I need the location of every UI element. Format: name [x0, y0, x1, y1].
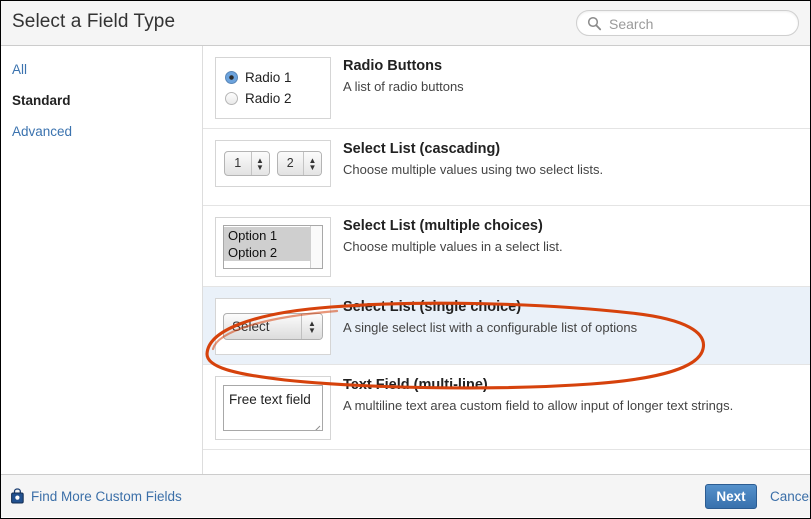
textarea-field[interactable]: Free text field	[223, 385, 323, 431]
multi-select-option[interactable]: Option 2	[224, 244, 310, 261]
info-cell: Radio Buttons A list of radio buttons	[343, 55, 476, 96]
next-button[interactable]: Next	[705, 484, 757, 509]
field-type-list: Radio 1 Radio 2 Radio Buttons A list of …	[203, 46, 810, 474]
radio-option[interactable]: Radio 2	[225, 88, 320, 109]
radio-unselected-icon	[225, 92, 238, 105]
select-field-type-dialog: Select a Field Type All Standard Advance…	[0, 0, 811, 519]
select-arrows-icon: ▲ ▼	[303, 152, 321, 175]
field-type-row-text-field-multiline[interactable]: Free text field Text Field (multi-line)	[203, 365, 810, 450]
textarea-preview: Free text field	[215, 376, 331, 440]
field-type-title: Select List (multiple choices)	[343, 218, 543, 234]
field-type-description: A list of radio buttons	[343, 79, 464, 94]
sidebar-item-standard[interactable]: Standard	[1, 92, 71, 109]
single-select-value: Select	[232, 319, 270, 334]
cascading-select-second[interactable]: 2 ▲ ▼	[276, 151, 322, 176]
field-type-title: Radio Buttons	[343, 58, 443, 74]
cascading-select-first-value: 1	[234, 156, 242, 170]
single-select-dropdown[interactable]: Select ▲ ▼	[223, 313, 323, 340]
field-type-row-select-list-multiple[interactable]: Option 1 Option 2 Select List (multiple …	[203, 206, 810, 287]
field-type-row-select-list-single[interactable]: Select ▲ ▼ Select List (single choice) A …	[203, 287, 810, 365]
single-select-preview: Select ▲ ▼	[215, 298, 331, 355]
field-type-description: Choose multiple values using two select …	[343, 162, 604, 177]
cancel-button[interactable]: Cancel	[770, 489, 810, 504]
dialog-body: All Standard Advanced Radio 1 Radio 2 Ra…	[1, 46, 810, 474]
sidebar-item-advanced[interactable]: Advanced	[1, 123, 72, 140]
dialog-header: Select a Field Type	[1, 1, 810, 46]
field-type-title: Select List (cascading)	[343, 141, 501, 157]
page-title: Select a Field Type	[12, 11, 176, 32]
preview-cell: Option 1 Option 2	[203, 215, 343, 277]
resize-grip-icon[interactable]	[312, 420, 321, 430]
radio-option-label: Radio 1	[245, 70, 292, 85]
cascading-select-preview: 1 ▲ ▼ 2 ▲ ▼	[215, 140, 331, 187]
cascading-select-first[interactable]: 1 ▲ ▼	[224, 151, 270, 176]
sidebar-item-all[interactable]: All	[1, 61, 27, 78]
field-type-title: Select List (single choice)	[343, 299, 522, 315]
dialog-footer: Find More Custom Fields Next Cancel	[1, 474, 810, 517]
radio-selected-icon	[225, 71, 238, 84]
radio-option[interactable]: Radio 1	[225, 67, 320, 88]
info-cell: Select List (single choice) A single sel…	[343, 296, 649, 337]
listbox-scrollbar[interactable]	[310, 226, 322, 268]
preview-cell: Radio 1 Radio 2	[203, 55, 343, 119]
info-cell: Text Field (multi-line) A multiline text…	[343, 374, 745, 415]
info-cell: Select List (multiple choices) Choose mu…	[343, 215, 575, 256]
field-type-description: A multiline text area custom field to al…	[343, 398, 734, 413]
field-type-title: Text Field (multi-line)	[343, 377, 488, 393]
shopping-bag-icon	[10, 488, 25, 504]
cascading-select-second-value: 2	[286, 156, 294, 170]
radio-option-label: Radio 2	[245, 91, 292, 106]
select-arrows-icon: ▲ ▼	[301, 314, 322, 339]
multi-select-listbox[interactable]: Option 1 Option 2	[223, 225, 323, 269]
textarea-value: Free text field	[229, 392, 311, 407]
field-type-row-radio-buttons[interactable]: Radio 1 Radio 2 Radio Buttons A list of …	[203, 46, 810, 129]
field-type-description: A single select list with a configurable…	[343, 320, 638, 335]
preview-cell: Free text field	[203, 374, 343, 440]
select-arrows-icon: ▲ ▼	[250, 152, 269, 175]
category-sidebar: All Standard Advanced	[1, 46, 203, 474]
preview-cell: 1 ▲ ▼ 2 ▲ ▼	[203, 138, 343, 187]
info-cell: Select List (cascading) Choose multiple …	[343, 138, 615, 179]
preview-cell: Select ▲ ▼	[203, 296, 343, 355]
find-more-custom-fields-link[interactable]: Find More Custom Fields	[10, 488, 182, 504]
search-input[interactable]	[607, 11, 796, 37]
field-type-row-select-list-cascading[interactable]: 1 ▲ ▼ 2 ▲ ▼ Select List (cascading) Choo…	[203, 129, 810, 206]
search-icon	[587, 16, 602, 31]
search-box[interactable]	[576, 10, 799, 37]
field-type-description: Choose multiple values in a select list.	[343, 239, 563, 254]
radio-preview: Radio 1 Radio 2	[215, 57, 331, 119]
multi-select-options: Option 1 Option 2	[224, 226, 310, 268]
multi-select-option[interactable]: Option 1	[224, 227, 310, 244]
find-more-custom-fields-label: Find More Custom Fields	[31, 488, 182, 504]
multi-select-preview: Option 1 Option 2	[215, 217, 331, 277]
